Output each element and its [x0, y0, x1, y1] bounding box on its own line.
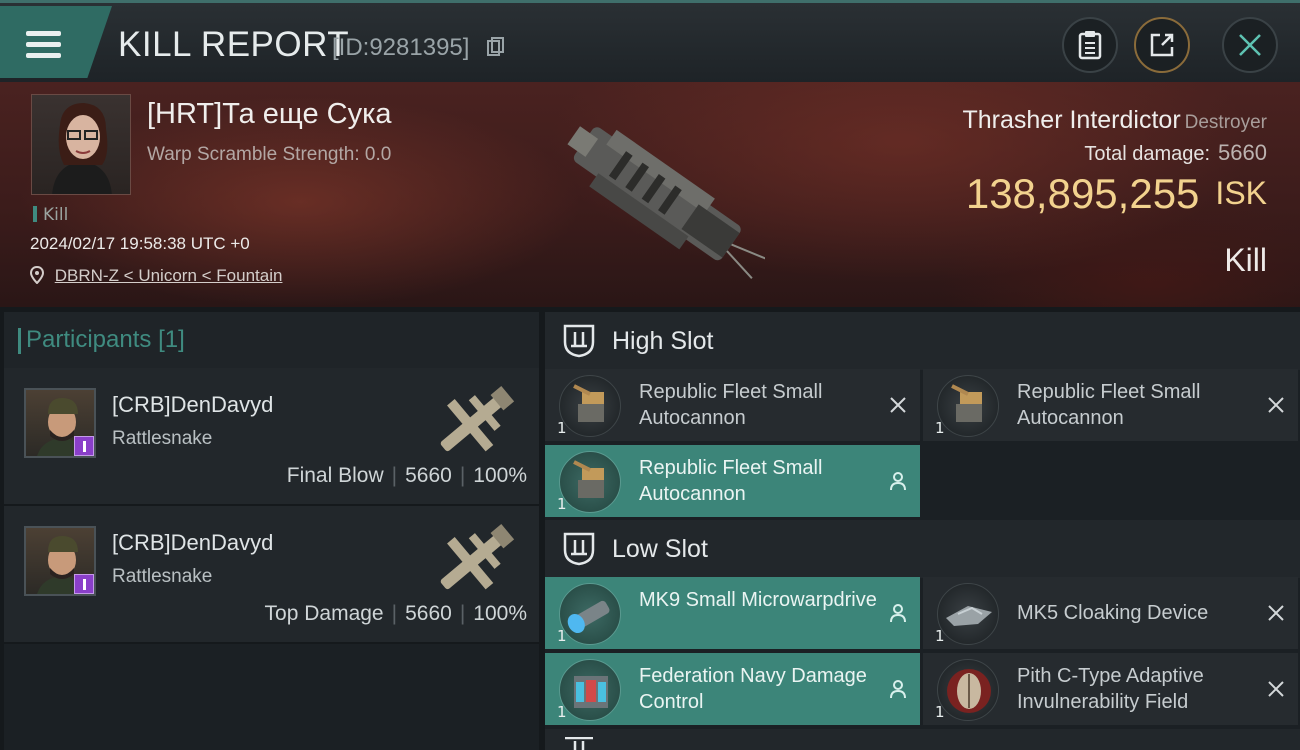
- attacker-stats: Final Blow | 5660 | 100%: [286, 464, 527, 487]
- participants-title: Participants [1]: [18, 326, 185, 354]
- destroyed-icon: [1268, 681, 1284, 697]
- attacker-role: Final Blow: [286, 464, 384, 487]
- autocannon-icon: [937, 375, 999, 437]
- participants-header: Participants [1]: [4, 312, 539, 368]
- location-link[interactable]: DBRN-Z < Unicorn < Fountain: [55, 266, 283, 285]
- module-item[interactable]: 1 Pith C-Type Adaptive Invulnerability F…: [923, 653, 1298, 725]
- module-item[interactable]: 1 MK5 Cloaking Device: [923, 577, 1298, 649]
- autocannon-icon: [559, 451, 621, 513]
- destroyed-icon: [1268, 397, 1284, 413]
- attacker-row[interactable]: [CRB]DenDavyd Rattlesnake Top Damage | 566…: [4, 506, 539, 644]
- attacker-row[interactable]: [CRB]DenDavyd Rattlesnake Final Blow | 566…: [4, 368, 539, 506]
- module-name: MK5 Cloaking Device: [1017, 602, 1209, 624]
- total-damage-value: 5660: [1218, 140, 1267, 165]
- destroyed-icon: [890, 397, 906, 413]
- participants-panel: Participants [1] [CRB]DenDavyd Rattlesna…: [4, 312, 539, 750]
- microwarpdrive-icon: [559, 583, 621, 645]
- low-slot-label: Low Slot: [612, 535, 708, 563]
- victim-name[interactable]: [HRT]Та еще Сука: [147, 98, 392, 131]
- victim-ship-image: [567, 126, 765, 279]
- module-name: MK9 Small Microwarpdrive: [639, 589, 877, 611]
- attacker-stats: Top Damage | 5660 | 100%: [264, 602, 527, 625]
- top-bar: KILL REPORT [ID:9281395]: [0, 0, 1300, 82]
- warp-scramble-strength: Warp Scramble Strength: 0.0: [147, 144, 392, 165]
- victim-ship-type[interactable]: Thrasher Interdictor Destroyer: [963, 106, 1268, 135]
- attacker-role: Top Damage: [264, 602, 384, 625]
- module-quantity: 1: [557, 703, 567, 721]
- high-slot-label: High Slot: [612, 327, 714, 355]
- share-button[interactable]: [1134, 17, 1190, 73]
- isk-value: 138,895,255 ISK: [966, 170, 1267, 218]
- module-quantity: 1: [557, 495, 567, 513]
- kill-tag: Kill: [33, 205, 68, 225]
- module-name: Federation Navy Damage Control: [639, 665, 867, 713]
- share-icon: [1150, 33, 1174, 57]
- attacker-damage: 5660: [405, 464, 452, 487]
- module-quantity: 1: [935, 627, 945, 645]
- ship-class: Destroyer: [1184, 112, 1267, 133]
- module-item[interactable]: 1 Federation Navy Damage Control: [545, 653, 920, 725]
- kill-result: Kill: [1224, 242, 1267, 278]
- fitting-panel: High Slot 1 Republic Fleet Small Autocan…: [545, 312, 1300, 750]
- damage-control-icon: [559, 659, 621, 721]
- corporation-badge-icon: [74, 436, 94, 456]
- attacker-name[interactable]: [CRB]DenDavyd: [112, 392, 273, 418]
- low-slot-icon: [563, 532, 595, 566]
- mid-slot-header: [545, 729, 1300, 750]
- high-slot-header: High Slot: [545, 312, 1300, 370]
- isk-amount: 138,895,255: [965, 170, 1200, 217]
- page-title: KILL REPORT: [118, 25, 350, 64]
- mid-slot-icon: [565, 737, 593, 750]
- attacker-ship-image: [440, 386, 515, 452]
- copy-icon[interactable]: [487, 37, 505, 57]
- attacker-name[interactable]: [CRB]DenDavyd: [112, 530, 273, 556]
- attacker-percent: 100%: [473, 464, 527, 487]
- module-quantity: 1: [557, 627, 567, 645]
- attacker-ship: Rattlesnake: [112, 428, 213, 449]
- clipboard-button[interactable]: [1062, 17, 1118, 73]
- module-name: Republic Fleet Small Autocannon: [639, 457, 823, 505]
- autocannon-icon: [559, 375, 621, 437]
- kill-datetime: 2024/02/17 19:58:38 UTC +0: [30, 234, 250, 253]
- report-id: [ID:9281395]: [332, 34, 470, 61]
- destroyed-icon: [1268, 605, 1284, 621]
- module-item[interactable]: 1 Republic Fleet Small Autocannon: [545, 445, 920, 517]
- module-name: Pith C-Type Adaptive Invulnerability Fie…: [1017, 665, 1204, 713]
- attacker-percent: 100%: [473, 602, 527, 625]
- total-damage: Total damage: 5660: [1084, 140, 1267, 166]
- module-item[interactable]: 1 MK9 Small Microwarpdrive: [545, 577, 920, 649]
- menu-icon: [26, 31, 61, 59]
- low-slot-header: Low Slot: [545, 520, 1300, 578]
- high-slot-icon: [563, 324, 595, 358]
- attacker-damage: 5660: [405, 602, 452, 625]
- corporation-badge-icon: [74, 574, 94, 594]
- menu-button[interactable]: [0, 6, 112, 78]
- module-item[interactable]: 1 Republic Fleet Small Autocannon: [545, 369, 920, 441]
- module-quantity: 1: [935, 419, 945, 437]
- clipboard-icon: [1078, 31, 1102, 60]
- location-pin-icon: [29, 265, 45, 285]
- kill-banner: [HRT]Та еще Сука Warp Scramble Strength:…: [0, 82, 1300, 307]
- module-quantity: 1: [935, 703, 945, 721]
- dropped-person-icon: [890, 680, 906, 699]
- close-icon: [1239, 34, 1261, 56]
- cloaking-device-icon: [937, 583, 999, 645]
- module-quantity: 1: [557, 419, 567, 437]
- module-item[interactable]: 1 Republic Fleet Small Autocannon: [923, 369, 1298, 441]
- invulnerability-field-icon: [937, 659, 999, 721]
- attacker-ship: Rattlesnake: [112, 566, 213, 587]
- module-name: Republic Fleet Small Autocannon: [1017, 381, 1201, 429]
- attacker-ship-image: [440, 524, 515, 590]
- kill-location[interactable]: DBRN-Z < Unicorn < Fountain: [29, 265, 283, 286]
- isk-unit: ISK: [1215, 175, 1267, 211]
- victim-portrait[interactable]: [31, 94, 131, 195]
- dropped-person-icon: [890, 604, 906, 623]
- ship-name: Thrasher Interdictor: [962, 106, 1181, 134]
- total-damage-label: Total damage:: [1084, 143, 1211, 165]
- module-name: Republic Fleet Small Autocannon: [639, 381, 823, 429]
- dropped-person-icon: [890, 472, 906, 491]
- close-button[interactable]: [1222, 17, 1278, 73]
